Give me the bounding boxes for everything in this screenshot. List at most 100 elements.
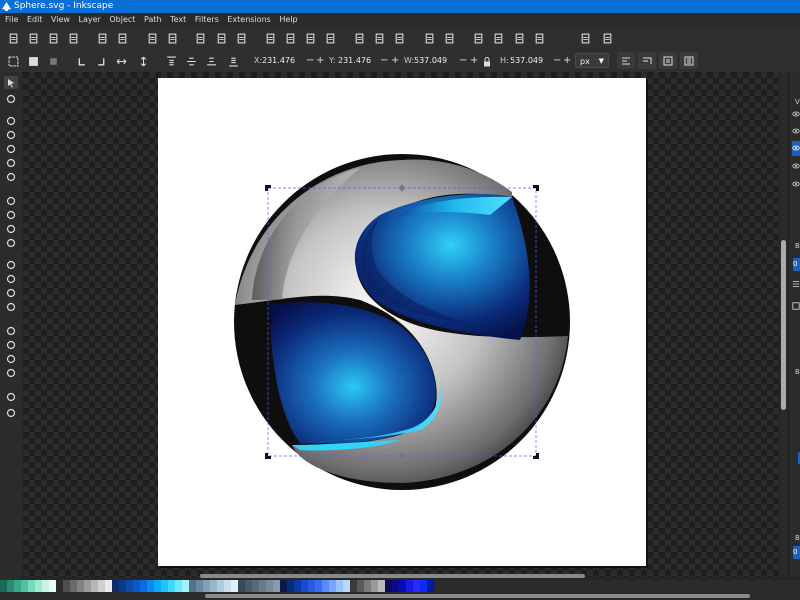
zoom-tool-icon[interactable]	[4, 390, 18, 403]
palette-swatch[interactable]	[140, 580, 147, 592]
menu-filters[interactable]: Filters	[195, 13, 219, 26]
palette-swatch[interactable]	[161, 580, 168, 592]
palette-swatch[interactable]	[413, 580, 420, 592]
palette-swatch[interactable]	[427, 580, 434, 592]
vertical-scrollbar[interactable]	[780, 72, 788, 577]
spray-tool-icon[interactable]	[4, 338, 18, 351]
spiral-tool-icon[interactable]	[4, 170, 18, 183]
menu-object[interactable]: Object	[109, 13, 135, 26]
palette-swatch[interactable]	[105, 580, 112, 592]
redo-icon[interactable]	[165, 31, 179, 45]
xml-editor-icon[interactable]	[532, 31, 546, 45]
zoom-fit-icon[interactable]	[323, 31, 337, 45]
list-icon[interactable]	[792, 280, 800, 288]
palette-swatch[interactable]	[420, 580, 427, 592]
node-tool-icon[interactable]	[4, 92, 18, 105]
unit-select[interactable]: px ▼	[575, 53, 609, 68]
y-increment-button[interactable]: +	[391, 54, 399, 67]
palette-swatch[interactable]	[63, 580, 70, 592]
tweak-tool-icon[interactable]	[4, 324, 18, 337]
palette-swatch[interactable]	[350, 580, 357, 592]
gradient-tool-icon[interactable]	[4, 258, 18, 271]
eraser-tool-icon[interactable]	[4, 352, 18, 365]
ellipse-tool-icon[interactable]	[4, 128, 18, 141]
copy-icon[interactable]	[193, 31, 207, 45]
palette-swatch[interactable]	[70, 580, 77, 592]
palette-swatch[interactable]	[385, 580, 392, 592]
preferences-icon[interactable]	[600, 31, 614, 45]
palette-swatch[interactable]	[280, 580, 287, 592]
palette-swatch[interactable]	[56, 580, 63, 592]
select-all-layers-icon[interactable]	[26, 54, 40, 68]
menu-layer[interactable]: Layer	[79, 13, 101, 26]
lock-ratio-icon[interactable]	[482, 55, 492, 67]
horizontal-scroll-thumb[interactable]	[200, 574, 585, 578]
palette-swatch[interactable]	[14, 580, 21, 592]
palette-swatch[interactable]	[273, 580, 280, 592]
rotate-cw-icon[interactable]	[94, 54, 108, 68]
document-properties-icon[interactable]	[578, 31, 592, 45]
palette-swatch[interactable]	[91, 580, 98, 592]
align-icon[interactable]	[512, 31, 526, 45]
palette-swatch[interactable]	[28, 580, 35, 592]
flip-vertical-icon[interactable]	[136, 54, 150, 68]
palette-scroll-thumb[interactable]	[205, 594, 750, 598]
unlink-clone-icon[interactable]	[392, 31, 406, 45]
rectangle-tool-icon[interactable]	[4, 114, 18, 127]
selector-tool-icon[interactable]	[4, 76, 18, 89]
palette-swatch[interactable]	[315, 580, 322, 592]
palette-swatch[interactable]	[119, 580, 126, 592]
x-field[interactable]: 231.476	[262, 54, 295, 67]
pencil-tool-icon[interactable]	[4, 194, 18, 207]
palette-swatch[interactable]	[357, 580, 364, 592]
ungroup-icon[interactable]	[442, 31, 456, 45]
menu-view[interactable]: View	[51, 13, 70, 26]
move-gradients-icon[interactable]	[659, 52, 677, 69]
palette-swatch[interactable]	[196, 580, 203, 592]
menu-text[interactable]: Text	[170, 13, 186, 26]
export-png-icon[interactable]	[115, 31, 129, 45]
sphere-outer-ring[interactable]	[234, 154, 570, 490]
paste-icon[interactable]	[234, 31, 248, 45]
palette-swatch[interactable]	[329, 580, 336, 592]
y-decrement-button[interactable]: −	[380, 54, 388, 67]
palette-swatch[interactable]	[245, 580, 252, 592]
visibility-eye-icon[interactable]	[792, 127, 800, 135]
star-tool-icon[interactable]	[4, 142, 18, 155]
menu-file[interactable]: File	[5, 13, 18, 26]
palette-swatch[interactable]	[7, 580, 14, 592]
palette-swatch[interactable]	[364, 580, 371, 592]
cut-icon[interactable]	[214, 31, 228, 45]
raise-icon[interactable]	[184, 54, 198, 68]
palette-swatch[interactable]	[224, 580, 231, 592]
palette-swatch[interactable]	[378, 580, 385, 592]
palette-swatch[interactable]	[112, 580, 119, 592]
palette-swatch[interactable]	[126, 580, 133, 592]
palette-swatch[interactable]	[308, 580, 315, 592]
box-3d-tool-icon[interactable]	[4, 156, 18, 169]
open-icon[interactable]	[26, 31, 40, 45]
palette-swatch[interactable]	[343, 580, 350, 592]
blend-value-2[interactable]: 0	[793, 546, 800, 559]
paint-bucket-tool-icon[interactable]	[4, 300, 18, 313]
palette-swatch[interactable]	[42, 580, 49, 592]
zoom-drawing-icon[interactable]	[283, 31, 297, 45]
palette-swatch[interactable]	[168, 580, 175, 592]
palette-swatch[interactable]	[203, 580, 210, 592]
zoom-selection-icon[interactable]	[263, 31, 277, 45]
palette-swatch[interactable]	[21, 580, 28, 592]
rotate-ccw-icon[interactable]	[74, 54, 88, 68]
pen-tool-icon[interactable]	[4, 208, 18, 221]
measure-tool-icon[interactable]	[4, 406, 18, 419]
x-increment-button[interactable]: +	[316, 54, 324, 67]
width-decrement-button[interactable]: −	[459, 54, 467, 67]
deselect-icon[interactable]	[46, 54, 60, 68]
palette-swatch[interactable]	[301, 580, 308, 592]
text-font-icon[interactable]	[491, 31, 505, 45]
palette-swatch[interactable]	[336, 580, 343, 592]
palette-swatch[interactable]	[147, 580, 154, 592]
palette-swatch[interactable]	[77, 580, 84, 592]
palette-swatch[interactable]	[98, 580, 105, 592]
palette-swatch[interactable]	[252, 580, 259, 592]
scale-corners-icon[interactable]	[638, 52, 656, 69]
